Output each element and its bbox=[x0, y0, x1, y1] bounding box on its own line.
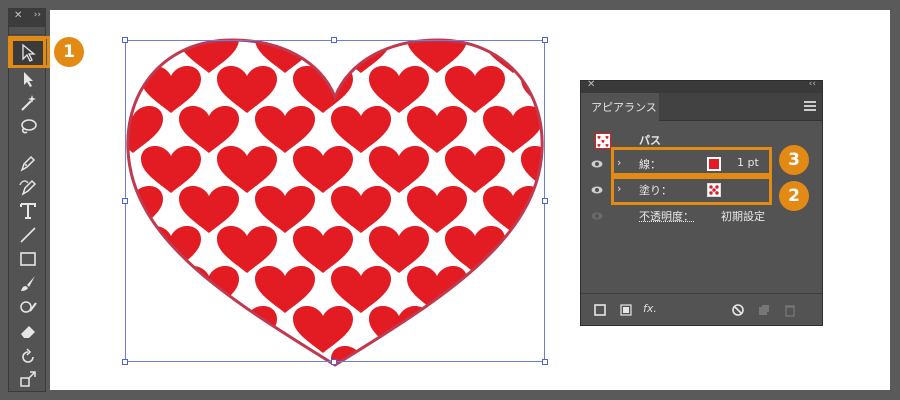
tools-panel: ✕ ›› bbox=[8, 8, 46, 392]
curvature-tool[interactable] bbox=[13, 175, 43, 199]
pattern-heart bbox=[521, 226, 543, 273]
add-new-stroke-icon[interactable] bbox=[593, 303, 607, 317]
heart-shape[interactable] bbox=[120, 35, 550, 370]
pattern-heart bbox=[179, 346, 239, 365]
magic-wand-tool[interactable] bbox=[13, 91, 43, 115]
collapse-icon[interactable]: ›› bbox=[34, 10, 41, 20]
lasso-icon bbox=[21, 119, 37, 134]
eye-icon bbox=[591, 212, 603, 220]
fill-label[interactable]: 塗り： bbox=[639, 182, 672, 198]
type-icon bbox=[20, 203, 36, 219]
curvature-icon bbox=[19, 179, 37, 196]
collapse-icon[interactable]: ‹‹ bbox=[809, 79, 816, 89]
add-new-fill-icon[interactable] bbox=[619, 303, 633, 317]
pattern-heart bbox=[483, 346, 543, 365]
pattern-heart bbox=[255, 346, 315, 365]
appearance-footer: fx. bbox=[581, 293, 822, 325]
close-icon[interactable]: ✕ bbox=[587, 79, 595, 90]
selection-arrow-icon bbox=[22, 43, 36, 62]
opacity-row[interactable]: 不透明度： 初期設定 bbox=[587, 205, 816, 227]
pattern-heart bbox=[407, 346, 467, 365]
pen-tool[interactable] bbox=[13, 151, 43, 175]
callout-badge-3: 3 bbox=[779, 145, 809, 175]
lasso-tool[interactable] bbox=[13, 115, 43, 139]
tab-appearance[interactable]: アピアランス bbox=[581, 93, 659, 121]
pattern-heart bbox=[127, 346, 163, 365]
duplicate-item-icon[interactable] bbox=[757, 303, 771, 317]
stroke-weight-value[interactable]: 1 pt bbox=[737, 156, 759, 169]
eye-icon[interactable] bbox=[591, 184, 603, 196]
eye-icon[interactable] bbox=[591, 158, 603, 170]
heart-pattern-fill bbox=[127, 40, 543, 365]
rectangle-icon bbox=[20, 252, 36, 266]
add-effect-icon[interactable]: fx. bbox=[643, 302, 657, 316]
opacity-value: 初期設定 bbox=[721, 210, 765, 223]
trash-icon[interactable] bbox=[783, 303, 797, 317]
callout-badge-1: 1 bbox=[54, 37, 84, 67]
panel-grip[interactable] bbox=[9, 27, 45, 35]
pattern-heart bbox=[217, 306, 277, 353]
clear-appearance-icon[interactable] bbox=[731, 303, 745, 317]
direct-selection-tool[interactable] bbox=[13, 67, 43, 91]
paintbrush-tool[interactable] bbox=[13, 271, 43, 295]
scale-tool[interactable] bbox=[13, 367, 43, 391]
appearance-object-row[interactable]: パス bbox=[587, 129, 816, 151]
line-tool[interactable] bbox=[13, 223, 43, 247]
selection-tool[interactable] bbox=[10, 38, 46, 68]
rotate-icon bbox=[22, 348, 34, 363]
line-icon bbox=[20, 227, 36, 243]
opacity-label[interactable]: 不透明度： bbox=[639, 208, 694, 224]
fill-pattern-swatch[interactable] bbox=[707, 183, 721, 197]
shaper-tool[interactable] bbox=[13, 295, 43, 319]
pattern-thumbnail-icon bbox=[595, 133, 611, 149]
eraser-icon bbox=[21, 326, 35, 338]
chevron-right-icon[interactable]: › bbox=[617, 156, 621, 169]
direct-selection-arrow-icon bbox=[24, 72, 33, 87]
callout-badge-2: 2 bbox=[779, 181, 809, 211]
close-icon[interactable]: ✕ bbox=[14, 10, 22, 21]
panel-menu-icon[interactable] bbox=[804, 101, 816, 111]
stroke-color-swatch[interactable] bbox=[707, 157, 721, 171]
rectangle-tool[interactable] bbox=[13, 247, 43, 271]
pattern-heart bbox=[521, 306, 543, 353]
pattern-heart bbox=[141, 306, 201, 353]
shaper-icon bbox=[20, 301, 37, 313]
pen-icon bbox=[20, 155, 36, 172]
tools-panel-titlebar[interactable]: ✕ ›› bbox=[9, 9, 45, 27]
brush-icon bbox=[21, 276, 35, 291]
appearance-panel-titlebar[interactable]: ✕ ‹‹ bbox=[581, 79, 822, 93]
eraser-tool[interactable] bbox=[13, 319, 43, 343]
pattern-heart bbox=[445, 306, 505, 353]
magic-wand-icon bbox=[21, 95, 36, 111]
rotate-tool[interactable] bbox=[13, 345, 43, 369]
chevron-right-icon[interactable]: › bbox=[617, 182, 621, 195]
scale-icon bbox=[20, 371, 36, 387]
pattern-heart bbox=[127, 40, 163, 73]
object-type-label: パス bbox=[639, 134, 661, 147]
pattern-heart bbox=[483, 266, 543, 313]
stroke-label[interactable]: 線： bbox=[639, 156, 661, 172]
appearance-tabbar: アピアランス bbox=[581, 93, 822, 121]
type-tool[interactable] bbox=[13, 199, 43, 223]
pattern-heart bbox=[127, 266, 163, 313]
